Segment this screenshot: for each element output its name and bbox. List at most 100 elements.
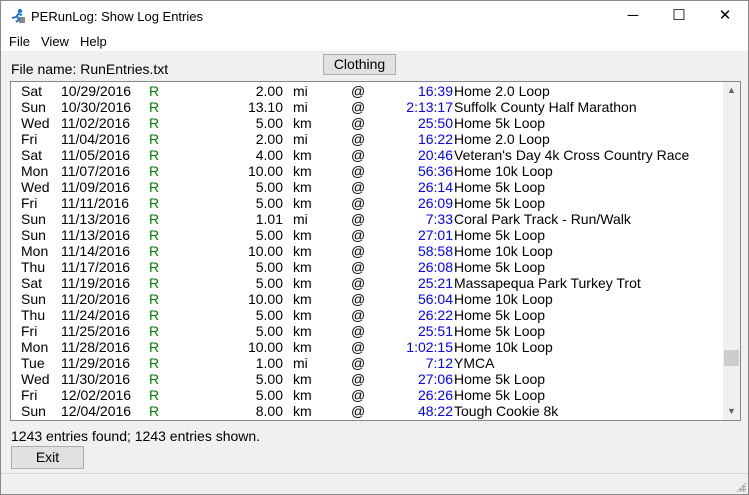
- entry-distance: 10.00: [247, 243, 283, 259]
- entry-type: R: [149, 403, 160, 419]
- entry-date: 11/02/2016: [61, 115, 131, 131]
- entry-at: @: [351, 259, 366, 275]
- entry-unit: mi: [293, 211, 308, 227]
- entry-at: @: [351, 371, 366, 387]
- entry-date: 10/29/2016: [61, 83, 132, 99]
- entry-time: 56:04: [417, 291, 453, 307]
- entry-day: Wed: [21, 115, 50, 131]
- entry-type: R: [149, 323, 160, 339]
- entry-unit: mi: [293, 131, 308, 147]
- clothing-button[interactable]: Clothing: [323, 54, 396, 75]
- entry-unit: km: [293, 195, 312, 211]
- entry-distance: 4.00: [255, 147, 283, 163]
- list-item[interactable]: Sun 11/13/2016 R 1.01 mi @7:33 Coral Park Trac…: [11, 211, 723, 227]
- entry-distance: 2.00: [255, 131, 283, 147]
- entry-time: 1:02:15: [406, 339, 453, 355]
- menu-file[interactable]: File: [9, 34, 30, 49]
- entry-at: @: [351, 163, 366, 179]
- entry-distance: 5.00: [255, 115, 283, 131]
- entry-at: @: [351, 339, 366, 355]
- entry-unit: km: [293, 323, 312, 339]
- entry-unit: km: [293, 115, 312, 131]
- entry-type: R: [149, 307, 160, 323]
- entry-at: @: [351, 323, 366, 339]
- entry-day: Fri: [21, 387, 38, 403]
- entry-distance: 10.00: [247, 339, 283, 355]
- list-item[interactable]: Sat 11/19/2016 R 5.00 km @25:21 Massapequa Par…: [11, 275, 723, 291]
- menu-view[interactable]: View: [41, 34, 69, 49]
- list-item[interactable]: Fri 11/11/2016 R 5.00 km @26:09 Home 5k Loop: [11, 195, 723, 211]
- list-item[interactable]: Fri 11/25/2016 R 5.00 km @25:51 Home 5k Loop: [11, 323, 723, 339]
- entry-description: Veteran's Day 4k Cross Country Race: [454, 147, 690, 163]
- list-item[interactable]: Thu 11/24/2016 R 5.00 km @26:22 Home 5k Loop: [11, 307, 723, 323]
- exit-button[interactable]: Exit: [11, 446, 84, 469]
- entry-day: Sun: [21, 227, 46, 243]
- vertical-scrollbar[interactable]: ▲ ▼: [723, 82, 740, 420]
- entry-unit: mi: [293, 355, 308, 371]
- list-item[interactable]: Mon 11/07/2016 R 10.00 km @56:36 Home 10k Loop: [11, 163, 723, 179]
- list-item[interactable]: Thu 11/17/2016 R 5.00 km @26:08 Home 5k Loop: [11, 259, 723, 275]
- entry-time: 26:26: [417, 387, 453, 403]
- entry-date: 11/19/2016: [61, 275, 131, 291]
- entry-at: @: [351, 355, 366, 371]
- runner-icon: [11, 9, 25, 23]
- list-item[interactable]: Wed 11/09/2016 R 5.00 km @26:14 Home 5k Loop: [11, 179, 723, 195]
- entry-description: Home 5k Loop: [454, 115, 546, 131]
- list-item[interactable]: Sun 12/04/2016 R 8.00 km @48:22 Tough Cookie 8…: [11, 403, 723, 419]
- menu-help[interactable]: Help: [80, 34, 107, 49]
- list-item[interactable]: Sun 11/20/2016 R 10.00 km @56:04 Home 10k Loop: [11, 291, 723, 307]
- entry-date: 10/30/2016: [61, 99, 132, 115]
- entry-day: Sun: [21, 291, 46, 307]
- entry-type: R: [149, 83, 160, 99]
- entry-time: 27:06: [417, 371, 453, 387]
- entry-at: @: [351, 227, 366, 243]
- entry-distance: 2.00: [255, 83, 283, 99]
- list-item[interactable]: Sun 10/30/2016 R 13.10 mi @2:13:17 Suffolk Cou…: [11, 99, 723, 115]
- status-bar: [1, 473, 748, 494]
- entry-time: 56:36: [417, 163, 453, 179]
- list-item[interactable]: Mon 11/14/2016 R 10.00 km @58:58 Home 10k Loop: [11, 243, 723, 259]
- entry-time: 48:22: [417, 403, 453, 419]
- list-item[interactable]: Fri 12/02/2016 R 5.00 km @26:26 Home 5k Loop: [11, 387, 723, 403]
- close-button[interactable]: ✕: [702, 1, 748, 33]
- list-item[interactable]: Sat 11/05/2016 R 4.00 km @20:46 Veteran's Day …: [11, 147, 723, 163]
- entry-day: Mon: [21, 243, 49, 259]
- log-entries-list[interactable]: Sat 10/29/2016 R 2.00 mi @16:39 Home 2.0 Loop S…: [10, 81, 741, 421]
- scroll-down-icon[interactable]: ▼: [723, 403, 740, 420]
- entry-description: Home 10k Loop: [454, 243, 553, 259]
- entry-unit: km: [293, 291, 312, 307]
- entry-description: Home 5k Loop: [454, 371, 546, 387]
- entry-description: Home 5k Loop: [454, 387, 546, 403]
- entry-distance: 10.00: [247, 291, 283, 307]
- scroll-up-icon[interactable]: ▲: [723, 82, 740, 99]
- entry-description: Home 10k Loop: [454, 163, 553, 179]
- list-item[interactable]: Sat 10/29/2016 R 2.00 mi @16:39 Home 2.0 Loop: [11, 83, 723, 99]
- maximize-button[interactable]: ☐: [656, 1, 702, 33]
- list-item[interactable]: Mon 11/28/2016 R 10.00 km @1:02:15 Home 10k Lo…: [11, 339, 723, 355]
- entry-date: 11/11/2016: [61, 195, 129, 211]
- entry-distance: 5.00: [255, 195, 283, 211]
- entry-day: Fri: [21, 323, 38, 339]
- entry-day: Mon: [21, 163, 49, 179]
- entry-type: R: [149, 195, 160, 211]
- entry-day: Thu: [21, 307, 46, 323]
- list-item[interactable]: Sun 11/13/2016 R 5.00 km @27:01 Home 5k Loop: [11, 227, 723, 243]
- resize-grip-icon[interactable]: [736, 482, 746, 492]
- entry-distance: 10.00: [247, 163, 283, 179]
- entry-at: @: [351, 115, 366, 131]
- scrollbar-thumb[interactable]: [724, 349, 739, 366]
- list-item[interactable]: Fri 11/04/2016 R 2.00 mi @16:22 Home 2.0 Loop: [11, 131, 723, 147]
- entry-date: 11/25/2016: [61, 323, 131, 339]
- entry-distance: 1.00: [255, 355, 283, 371]
- entry-description: Suffolk County Half Marathon: [454, 99, 637, 115]
- list-item[interactable]: Wed 11/02/2016 R 5.00 km @25:50 Home 5k Loop: [11, 115, 723, 131]
- entry-distance: 5.00: [255, 227, 283, 243]
- entry-description: Home 5k Loop: [454, 323, 546, 339]
- entry-date: 11/05/2016: [61, 147, 131, 163]
- list-item[interactable]: Wed 11/30/2016 R 5.00 km @27:06 Home 5k Loop: [11, 371, 723, 387]
- entry-type: R: [149, 243, 160, 259]
- entry-unit: km: [293, 307, 312, 323]
- list-item[interactable]: Tue 11/29/2016 R 1.00 mi @7:12 YMCA: [11, 355, 723, 371]
- minimize-button[interactable]: ─: [610, 1, 656, 33]
- entry-distance: 5.00: [255, 275, 283, 291]
